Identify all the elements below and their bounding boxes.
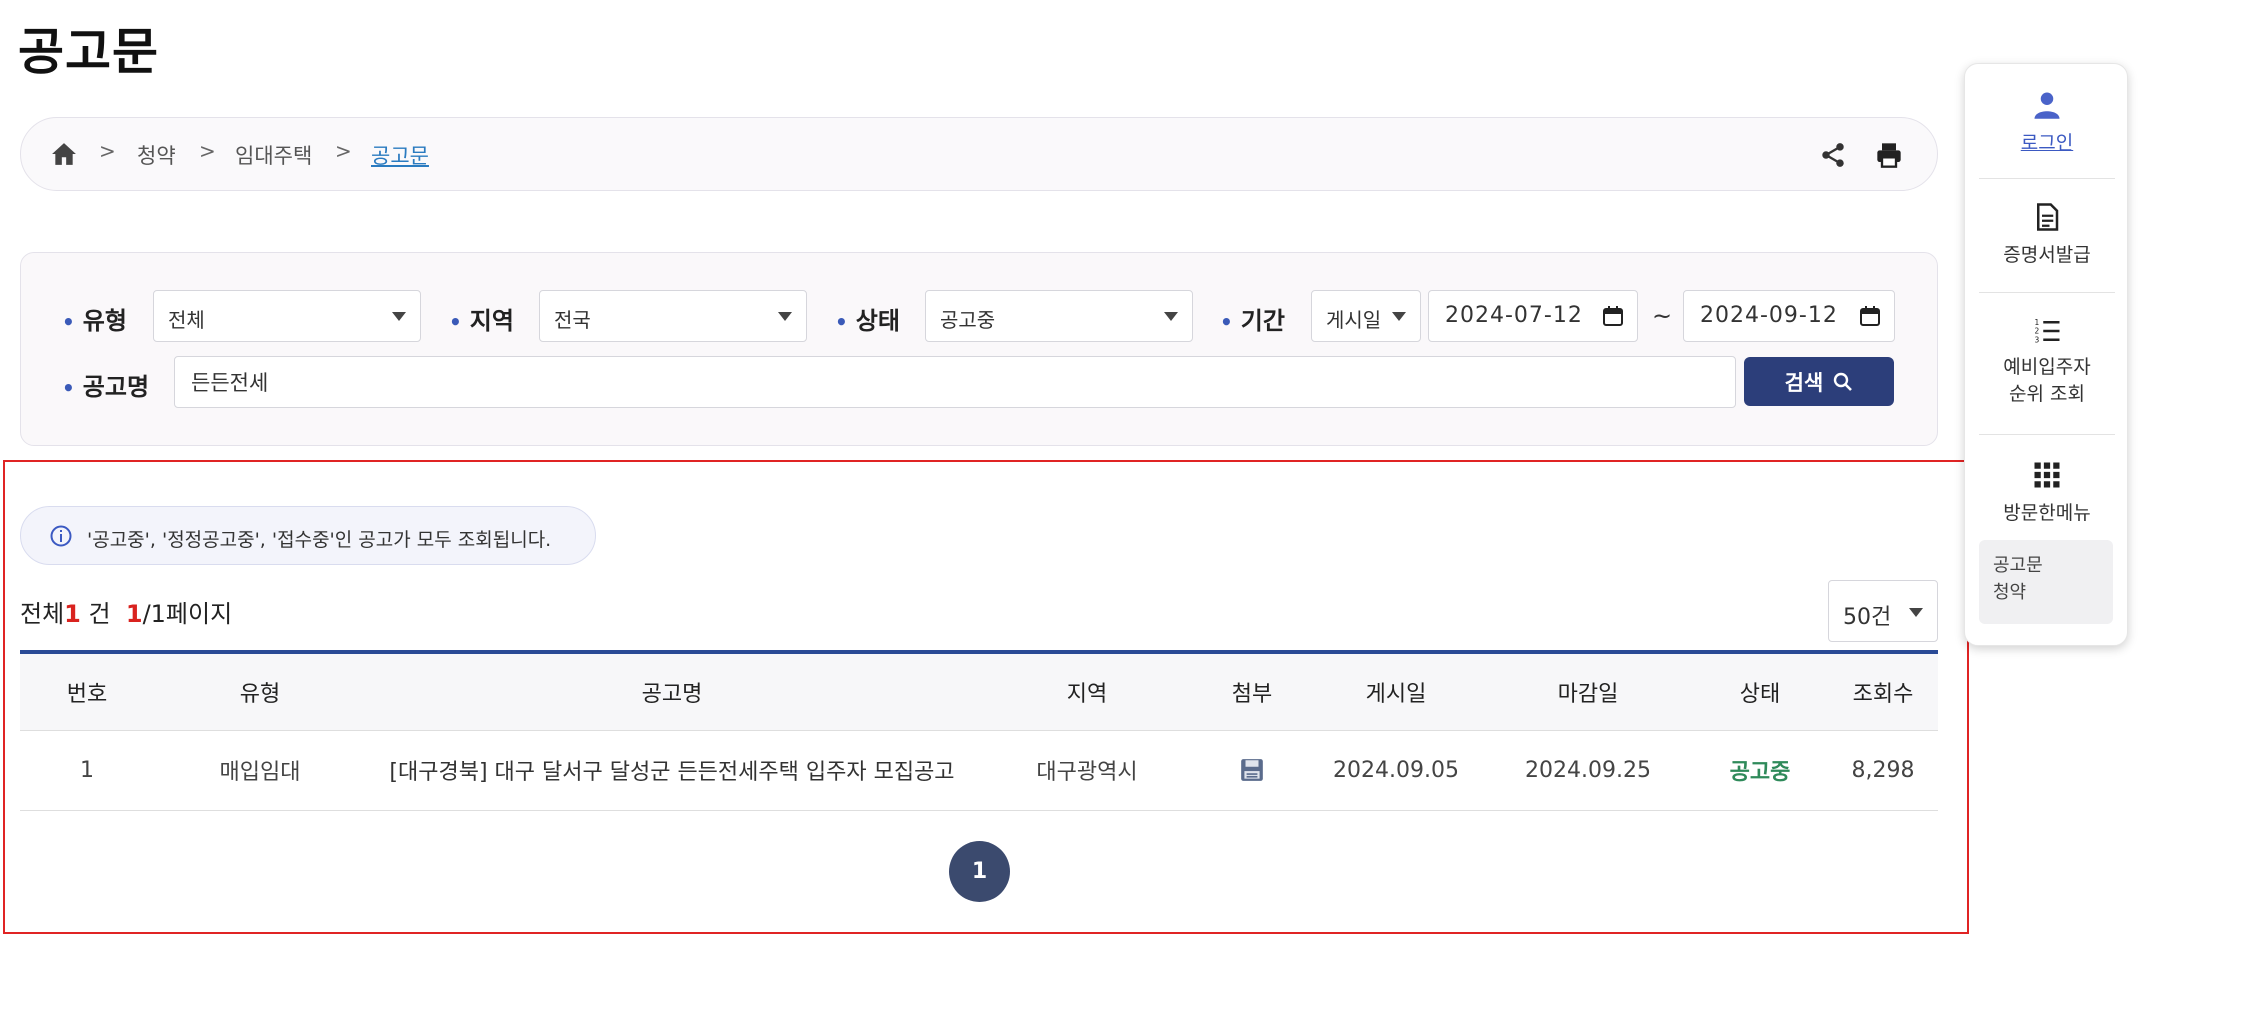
numbered-list-icon: 1 2 3: [2035, 318, 2060, 344]
breadcrumb-separator: >: [335, 139, 352, 163]
quick-menu-panel: 로그인 증명서발급 1 2 3 예비입주자 순위 조회 방문한메뉴 공고문 청약: [1964, 63, 2128, 646]
quick-visited-menu[interactable]: 방문한메뉴: [1979, 460, 2115, 525]
status-label: • 상태: [835, 307, 900, 335]
region-label: • 지역: [449, 307, 514, 335]
divider: [1979, 292, 2115, 293]
search-filter-panel: [20, 252, 1938, 446]
svg-text:1: 1: [2035, 318, 2040, 327]
cell-deadline-date: 2024.09.25: [1484, 730, 1692, 811]
type-label: • 유형: [62, 307, 127, 335]
breadcrumb-separator: >: [99, 139, 116, 163]
column-header-status: 상태: [1692, 652, 1828, 731]
column-header-title: 공고명: [366, 652, 978, 731]
notice-name-input[interactable]: [174, 356, 1736, 408]
search-icon: [1834, 372, 1853, 391]
cell-title-link[interactable]: [대구경북] 대구 달서구 달성군 든든전세주택 입주자 모집공고: [366, 730, 978, 811]
info-notice-text: '공고중', '정정공고중', '접수중'인 공고가 모두 조회됩니다.: [87, 529, 552, 551]
result-count: 전체1 건 1/1페이지: [20, 600, 233, 628]
divider: [1979, 178, 2115, 179]
type-select[interactable]: 전체: [153, 290, 421, 342]
breadcrumb-separator: >: [199, 139, 216, 163]
period-label: • 기간: [1220, 307, 1285, 335]
column-header-type: 유형: [154, 652, 366, 731]
column-header-deadline: 마감일: [1484, 652, 1692, 731]
quick-waitlist-rank[interactable]: 1 2 3 예비입주자 순위 조회: [1979, 316, 2115, 408]
cell-type: 매입임대: [154, 730, 366, 811]
date-range-separator: ~: [1652, 302, 1673, 330]
notice-table: 번호 유형 공고명 지역 첨부 게시일 마감일 상태 조회수 1 매입임대 [대…: [20, 650, 1938, 811]
column-header-number: 번호: [20, 652, 154, 731]
svg-text:3: 3: [2035, 335, 2040, 344]
chevron-down-icon: [392, 312, 406, 321]
cell-region: 대구광역시: [978, 730, 1196, 811]
share-icon[interactable]: [1819, 141, 1847, 169]
home-icon[interactable]: [51, 142, 77, 166]
cell-posted-date: 2024.09.05: [1308, 730, 1484, 811]
page-title: 공고문: [18, 23, 159, 81]
period-type-select[interactable]: 게시일: [1311, 290, 1421, 342]
region-select[interactable]: 전국: [539, 290, 807, 342]
grid-icon: [2034, 462, 2060, 488]
pagination-page-1[interactable]: 1: [949, 841, 1010, 902]
table-header-row: 번호 유형 공고명 지역 첨부 게시일 마감일 상태 조회수: [20, 652, 1938, 731]
document-icon: [2037, 203, 2059, 231]
divider: [1979, 434, 2115, 435]
quick-login[interactable]: 로그인: [1979, 90, 2115, 155]
notice-name-label: • 공고명: [62, 373, 150, 401]
info-notice: '공고중', '정정공고중', '접수중'인 공고가 모두 조회됩니다.: [20, 506, 596, 565]
info-icon: [50, 525, 72, 547]
date-from-input[interactable]: 2024-07-12: [1428, 290, 1638, 342]
cell-status: 공고중: [1692, 730, 1828, 811]
search-button[interactable]: 검색: [1744, 357, 1894, 406]
chevron-down-icon: [1909, 608, 1923, 617]
visited-menu-item[interactable]: 청약: [1993, 579, 2099, 606]
breadcrumb-current[interactable]: 공고문: [371, 140, 429, 170]
column-header-views: 조회수: [1828, 652, 1938, 731]
column-header-attachment: 첨부: [1196, 652, 1308, 731]
date-to-input[interactable]: 2024-09-12: [1683, 290, 1895, 342]
floppy-disk-icon[interactable]: [1239, 757, 1265, 783]
print-icon[interactable]: [1875, 141, 1903, 169]
column-header-posted: 게시일: [1308, 652, 1484, 731]
visited-menu-list: 공고문 청약: [1979, 540, 2113, 624]
visited-menu-item[interactable]: 공고문: [1993, 552, 2099, 579]
chevron-down-icon: [778, 312, 792, 321]
user-icon: [2034, 92, 2060, 119]
quick-certificate[interactable]: 증명서발급: [1979, 202, 2115, 267]
cell-number: 1: [20, 730, 154, 811]
svg-text:2: 2: [2035, 327, 2040, 336]
breadcrumb-item-subscription[interactable]: 청약: [137, 140, 176, 170]
column-header-region: 지역: [978, 652, 1196, 731]
calendar-icon[interactable]: [1860, 306, 1880, 326]
table-row[interactable]: 1 매입임대 [대구경북] 대구 달서구 달성군 든든전세주택 입주자 모집공고…: [20, 730, 1938, 811]
breadcrumb: > 청약 > 임대주택 > 공고문: [20, 117, 1938, 191]
chevron-down-icon: [1392, 312, 1406, 321]
breadcrumb-item-rental-housing[interactable]: 임대주택: [235, 140, 312, 170]
per-page-select[interactable]: 50건: [1828, 580, 1938, 642]
status-select[interactable]: 공고중: [925, 290, 1193, 342]
cell-views: 8,298: [1828, 730, 1938, 811]
calendar-icon[interactable]: [1603, 306, 1623, 326]
cell-attachment[interactable]: [1196, 730, 1308, 811]
chevron-down-icon: [1164, 312, 1178, 321]
